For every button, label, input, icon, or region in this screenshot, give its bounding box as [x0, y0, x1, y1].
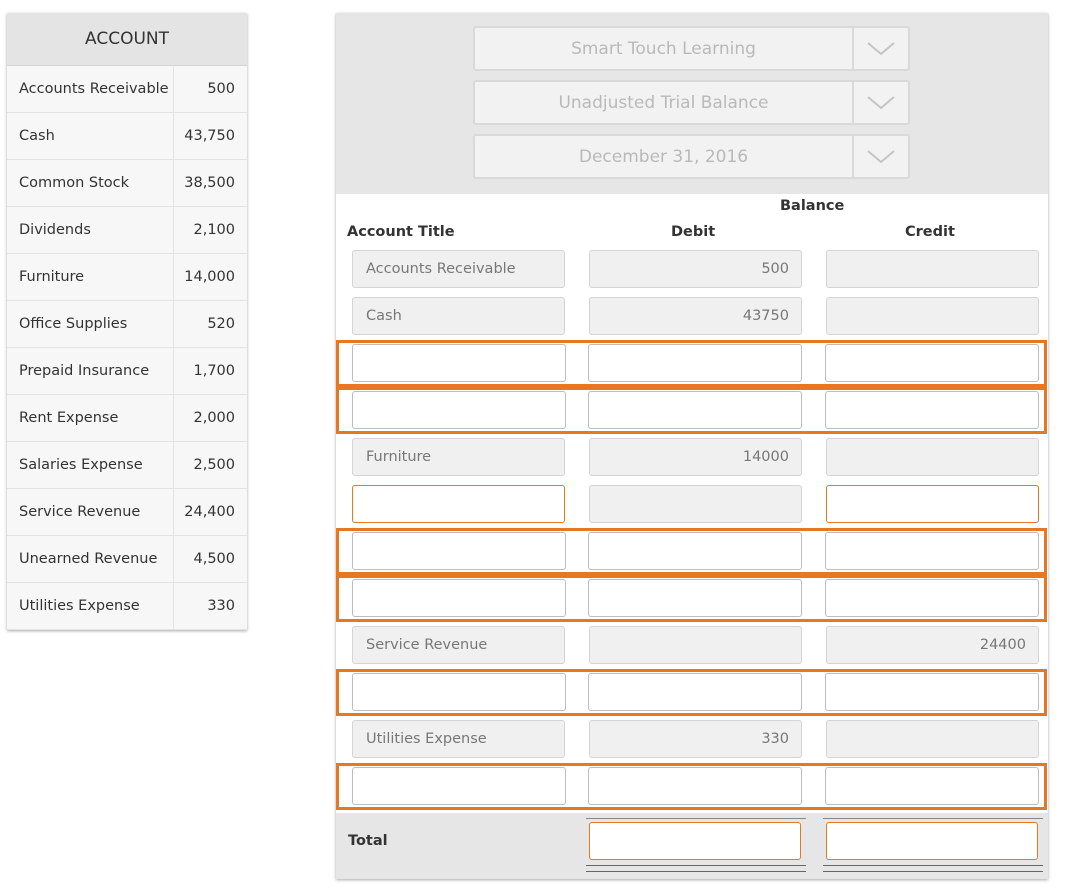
statement-select-value: Unadjusted Trial Balance: [558, 92, 769, 113]
debit-cell: 14000: [589, 438, 802, 476]
account-title-input[interactable]: [352, 579, 566, 617]
total-row: Total: [336, 813, 1048, 879]
debit-cell: [589, 485, 802, 523]
debit-input[interactable]: [588, 344, 802, 382]
balance-header: Balance: [780, 198, 845, 214]
account-value: 2,000: [193, 410, 235, 426]
account-value: 43,750: [184, 128, 235, 144]
debit-input[interactable]: [588, 579, 802, 617]
account-value: 2,500: [193, 457, 235, 473]
account-value: 2,100: [193, 222, 235, 238]
company-select-value: Smart Touch Learning: [571, 38, 756, 59]
credit-input[interactable]: [825, 532, 1039, 570]
account-value: 1,700: [193, 363, 235, 379]
debit-cell: 500: [589, 250, 802, 288]
single-underline: [823, 818, 1043, 819]
account-list-header: ACCOUNT: [7, 13, 247, 66]
account-title-input[interactable]: [352, 391, 566, 429]
chevron-down-icon[interactable]: [852, 82, 908, 123]
total-debit-input[interactable]: [589, 822, 801, 860]
account-title-cell: Furniture: [352, 438, 565, 476]
account-list-row: Utilities Expense 330: [7, 583, 247, 630]
company-select[interactable]: Smart Touch Learning: [473, 26, 910, 71]
credit-input[interactable]: [826, 485, 1039, 523]
account-title-input[interactable]: [352, 673, 566, 711]
account-value: 14,000: [184, 269, 235, 285]
account-name: Salaries Expense: [7, 442, 174, 488]
account-value: 330: [207, 598, 235, 614]
total-label: Total: [348, 833, 388, 849]
total-credit-input[interactable]: [826, 822, 1038, 860]
account-list-row: Furniture 14,000: [7, 254, 247, 301]
double-underline: [586, 865, 806, 872]
credit-cell: [826, 720, 1039, 758]
credit-input[interactable]: [825, 673, 1039, 711]
account-name: Accounts Receivable: [7, 66, 174, 112]
account-title-cell: Cash: [352, 297, 565, 335]
account-title-input[interactable]: [352, 485, 565, 523]
account-name: Cash: [7, 113, 174, 159]
account-title-input[interactable]: [352, 767, 566, 805]
account-name: Office Supplies: [7, 301, 174, 347]
debit-input[interactable]: [588, 673, 802, 711]
debit-cell: 330: [589, 720, 802, 758]
account-name: Prepaid Insurance: [7, 348, 174, 394]
account-value: 500: [207, 81, 235, 97]
worksheet-heading: Smart Touch Learning Unadjusted Trial Ba…: [336, 13, 1048, 194]
statement-select[interactable]: Unadjusted Trial Balance: [473, 80, 910, 125]
date-select[interactable]: December 31, 2016: [473, 134, 910, 179]
account-name: Common Stock: [7, 160, 174, 206]
trial-balance-worksheet: Smart Touch Learning Unadjusted Trial Ba…: [336, 13, 1048, 879]
chevron-down-icon[interactable]: [852, 28, 908, 69]
account-list-row: Service Revenue 24,400: [7, 489, 247, 536]
account-list-row: Prepaid Insurance 1,700: [7, 348, 247, 395]
single-underline: [586, 818, 806, 819]
account-name: Dividends: [7, 207, 174, 253]
account-list-row: Rent Expense 2,000: [7, 395, 247, 442]
account-list-panel: ACCOUNT Accounts Receivable 500 Cash 43,…: [7, 13, 247, 630]
account-list-row: Common Stock 38,500: [7, 160, 247, 207]
account-value: 4,500: [193, 551, 235, 567]
account-title-cell: Utilities Expense: [352, 720, 565, 758]
account-list-row: Office Supplies 520: [7, 301, 247, 348]
chevron-down-icon[interactable]: [852, 136, 908, 177]
account-list-row: Accounts Receivable 500: [7, 66, 247, 113]
account-title-input[interactable]: [352, 344, 566, 382]
account-name: Rent Expense: [7, 395, 174, 441]
account-name: Utilities Expense: [7, 583, 174, 629]
account-list-row: Unearned Revenue 4,500: [7, 536, 247, 583]
account-value: 38,500: [184, 175, 235, 191]
account-value: 24,400: [184, 504, 235, 520]
account-title-cell: Service Revenue: [352, 626, 565, 664]
debit-cell: [589, 626, 802, 664]
date-select-value: December 31, 2016: [578, 146, 749, 167]
debit-input[interactable]: [588, 391, 802, 429]
credit-input[interactable]: [825, 391, 1039, 429]
account-title-cell: Accounts Receivable: [352, 250, 565, 288]
double-underline: [823, 865, 1043, 872]
account-list-row: Cash 43,750: [7, 113, 247, 160]
account-name: Unearned Revenue: [7, 536, 174, 582]
credit-cell: [826, 250, 1039, 288]
account-title-input[interactable]: [352, 532, 566, 570]
account-name: Furniture: [7, 254, 174, 300]
credit-cell: 24400: [826, 626, 1039, 664]
account-list-row: Salaries Expense 2,500: [7, 442, 247, 489]
account-name: Service Revenue: [7, 489, 174, 535]
credit-input[interactable]: [825, 579, 1039, 617]
credit-header: Credit: [905, 224, 955, 240]
debit-cell: 43750: [589, 297, 802, 335]
debit-input[interactable]: [588, 532, 802, 570]
account-list-row: Dividends 2,100: [7, 207, 247, 254]
account-value: 520: [207, 316, 235, 332]
credit-cell: [826, 438, 1039, 476]
debit-input[interactable]: [588, 767, 802, 805]
credit-input[interactable]: [825, 344, 1039, 382]
account-title-header: Account Title: [347, 224, 455, 240]
credit-input[interactable]: [825, 767, 1039, 805]
credit-cell: [826, 297, 1039, 335]
debit-header: Debit: [671, 224, 716, 240]
